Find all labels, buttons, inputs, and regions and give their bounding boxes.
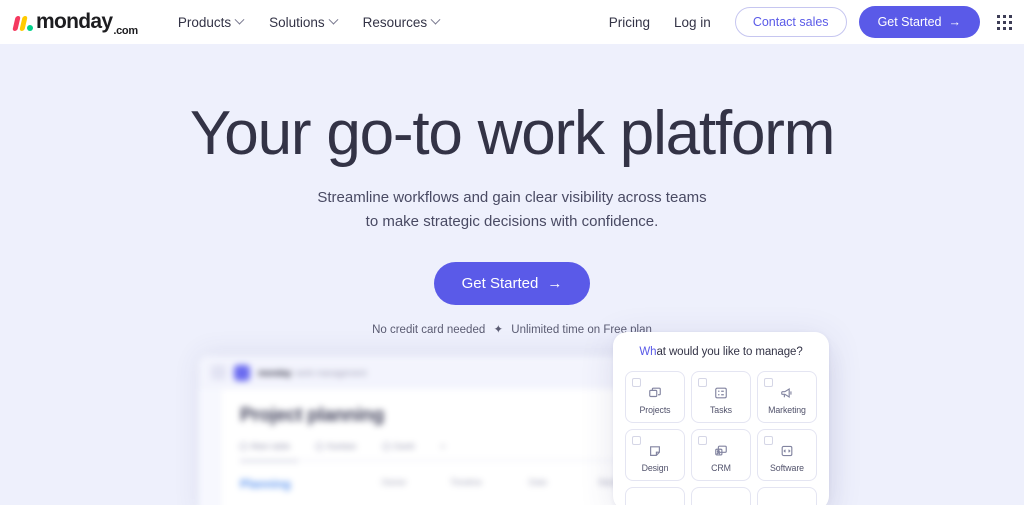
layers-icon [648,386,662,400]
main-nav: Products Solutions Resources [177,14,441,30]
chevron-down-icon [234,14,245,25]
option-card-software[interactable]: Software [757,429,817,481]
site-header: monday .com Products Solutions Resources… [0,0,1024,44]
chevron-down-icon [328,14,339,25]
option-checkbox[interactable] [764,436,773,445]
hero-subtitle: Streamline workflows and gain clear visi… [0,186,1024,235]
nav-label-products: Products [177,14,232,30]
note-no-credit-card: No credit card needed [372,323,486,336]
manage-selector-modal: What would you like to manage? Projects … [613,332,829,505]
logo-dotcom: .com [113,25,138,37]
nav-label-resources: Resources [362,14,428,30]
code-icon [780,444,794,458]
option-card-crm[interactable]: CRM [691,429,751,481]
manage-options-grid: Projects Tasks Marketing Design CRM Soft… [625,371,817,505]
preview-brand: monday [258,367,292,378]
preview-column-timeline: Timeline [450,477,482,487]
modal-title-highlight: Wh [639,346,657,358]
hero-section: Your go-to work platform Streamline work… [0,44,1024,336]
plus-icon: + [440,441,446,451]
option-checkbox[interactable] [632,436,641,445]
option-label: Tasks [710,405,732,415]
preview-group-label: Planning [240,477,291,491]
contacts-icon [714,444,728,458]
sparkle-icon: ✦ [493,323,504,336]
nav-label-solutions: Solutions [269,14,325,30]
option-card-marketing[interactable]: Marketing [757,371,817,423]
hero-subtitle-line2: to make strategic decisions with confide… [365,213,659,231]
chevron-down-icon [430,14,441,25]
hero-get-started-button[interactable]: Get Started → [433,261,591,305]
contact-sales-button[interactable]: Contact sales [734,7,847,37]
hero-cta-label: Get Started [461,274,539,292]
table-icon [240,442,247,450]
option-checkbox[interactable] [632,378,641,387]
option-checkbox[interactable] [764,378,773,387]
option-card-row3-a[interactable] [625,487,685,505]
grid-apps-icon[interactable] [997,14,1012,30]
option-checkbox[interactable] [698,378,707,387]
hero-note: No credit card needed ✦ Unlimited time o… [0,322,1024,336]
logo-marks [12,14,33,31]
nav-item-resources[interactable]: Resources [362,14,441,30]
pricing-link[interactable]: Pricing [609,15,650,30]
logo-dot-green [27,24,33,31]
arrow-right-icon: → [948,15,962,29]
option-label: CRM [711,463,731,473]
preview-tab-kanban: Kanban [316,441,357,451]
modal-title-rest: at would you like to manage? [656,346,803,358]
nav-item-solutions[interactable]: Solutions [269,14,339,30]
preview-tab-add: + [440,441,445,451]
modal-title: What would you like to manage? [625,346,817,358]
note-icon [648,444,662,458]
page-root: monday .com Products Solutions Resources… [0,0,1024,505]
option-card-tasks[interactable]: Tasks [691,371,751,423]
checklist-icon [714,386,728,400]
option-card-row3-b[interactable] [691,487,751,505]
megaphone-icon [780,386,794,400]
header-get-started-button[interactable]: Get Started → [858,6,980,38]
arrow-right-icon: → [547,274,563,292]
option-checkbox[interactable] [698,436,707,445]
preview-brand-suffix: work management [295,367,367,378]
option-card-projects[interactable]: Projects [625,371,685,423]
preview-tab-main-table: Main table [240,441,290,451]
preview-column-owner: Owner [381,477,407,487]
preview-sidebar [199,389,221,505]
monday-logo[interactable]: monday .com [12,10,138,37]
preview-menu-icon [211,365,226,380]
header-get-started-label: Get Started [877,15,942,29]
option-card-row3-c[interactable] [757,487,817,505]
preview-tab-gantt: Gantt [382,441,415,451]
kanban-icon [316,442,324,450]
hero-subtitle-line1: Streamline workflows and gain clear visi… [317,189,707,207]
login-link[interactable]: Log in [674,15,711,30]
option-label: Marketing [768,405,806,415]
preview-column-date: Date [529,477,547,487]
nav-item-products[interactable]: Products [177,14,245,30]
option-label: Design [641,463,669,473]
preview-tab-label: Gantt [393,441,415,451]
preview-logo-icon [234,364,250,381]
preview-active-underline [240,460,298,462]
option-label: Software [770,463,804,473]
option-card-design[interactable]: Design [625,429,685,481]
logo-wordmark: monday [36,10,113,33]
page-title: Your go-to work platform [189,99,836,168]
preview-tab-label: Main table [251,441,291,451]
preview-tab-label: Kanban [327,441,357,451]
header-actions: Pricing Log in Contact sales Get Started… [609,6,1012,38]
option-label: Projects [639,405,671,415]
gantt-icon [382,442,390,450]
